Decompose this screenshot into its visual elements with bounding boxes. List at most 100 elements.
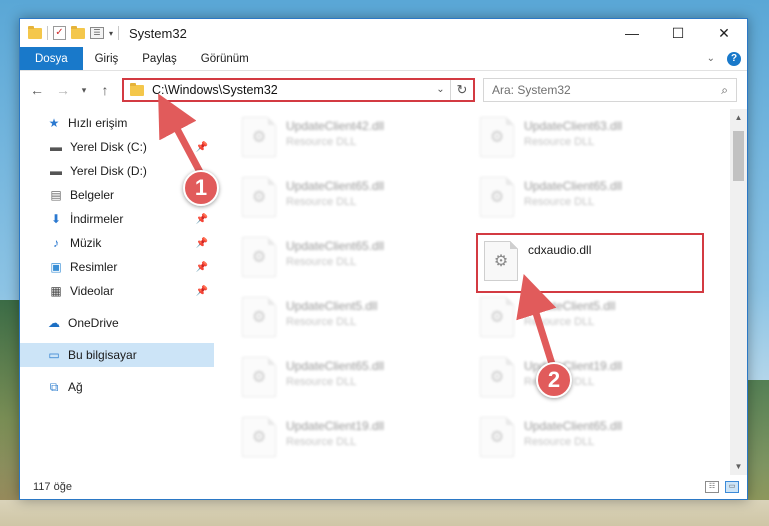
dll-file-icon: ⚙	[242, 177, 276, 217]
file-name: UpdateClient65.dll	[524, 179, 623, 193]
forward-button[interactable]: →	[52, 79, 74, 101]
back-button[interactable]: ←	[26, 79, 48, 101]
window-title: System32	[129, 25, 187, 41]
file-list: ⚙ UpdateClient42.dll Resource DLL ⚙ Updat…	[214, 109, 747, 475]
nav-item-videos[interactable]: ▦ Videolar 📌	[20, 279, 214, 303]
nav-label: İndirmeler	[70, 212, 124, 226]
scroll-up-icon[interactable]: ▲	[730, 109, 747, 126]
file-item[interactable]: ⚙ UpdateClient65.dll Resource DLL	[474, 173, 699, 225]
dll-file-icon: ⚙	[480, 297, 514, 337]
dll-file-icon: ⚙	[242, 117, 276, 157]
minimize-button[interactable]: —	[609, 19, 655, 47]
nav-quick-access[interactable]: ★ Hızlı erişim	[20, 111, 214, 135]
pin-icon[interactable]: 📌	[196, 142, 208, 153]
address-bar[interactable]: C:\Windows\System32 ⌄ ↻	[122, 78, 475, 102]
music-icon: ♪	[53, 236, 59, 250]
recent-locations-icon[interactable]: ▾	[78, 79, 90, 101]
properties-check-icon[interactable]: ✓	[53, 26, 66, 40]
nav-label: OneDrive	[68, 316, 119, 330]
nav-item-downloads[interactable]: ⬇ İndirmeler 📌	[20, 207, 214, 231]
tab-share[interactable]: Paylaş	[130, 47, 189, 70]
star-icon: ★	[48, 116, 60, 130]
nav-label: Belgeler	[70, 188, 115, 202]
file-item[interactable]: ⚙ UpdateClient19.dllResource DLL	[236, 413, 461, 465]
pin-icon[interactable]: 📌	[196, 214, 208, 225]
file-item[interactable]: ⚙ UpdateClient65.dll Resource DLL	[236, 233, 461, 285]
window-controls: — ☐ ✕	[609, 19, 747, 47]
tab-view[interactable]: Görünüm	[189, 47, 261, 70]
file-type: Resource DLL	[286, 316, 357, 328]
file-item[interactable]: ⚙ UpdateClient65.dll Resource DLL	[236, 173, 461, 225]
nav-label: Ağ	[68, 380, 83, 394]
videos-icon: ▦	[50, 284, 62, 298]
refresh-icon[interactable]: ↻	[451, 82, 473, 98]
nav-label: Resimler	[70, 260, 118, 274]
pin-icon[interactable]: 📌	[196, 238, 208, 249]
nav-onedrive[interactable]: ☁ OneDrive	[20, 311, 214, 335]
file-type: Resource DLL	[524, 136, 595, 148]
scroll-down-icon[interactable]: ▼	[730, 458, 747, 475]
expand-ribbon-icon[interactable]: ⌄	[707, 53, 715, 64]
nav-label: Müzik	[70, 236, 102, 250]
dll-file-icon: ⚙	[242, 357, 276, 397]
address-dropdown-icon[interactable]: ⌄	[431, 80, 451, 100]
title-bar: ✓ ☰ ▾ System32 — ☐ ✕	[20, 19, 747, 47]
address-path: C:\Windows\System32	[152, 83, 278, 97]
file-type: Resource DLL	[286, 256, 357, 268]
tab-file[interactable]: Dosya	[20, 47, 83, 70]
vertical-scrollbar[interactable]: ▲ ▼	[730, 109, 747, 475]
scroll-thumb[interactable]	[733, 131, 744, 181]
large-icons-view-icon[interactable]: ▭	[725, 481, 739, 493]
file-name: UpdateClient5.dll	[524, 299, 616, 313]
dll-file-icon: ⚙	[242, 417, 276, 457]
file-item[interactable]: ⚙ UpdateClient5.dll Resource DLL	[474, 293, 699, 345]
dll-file-icon: ⚙	[242, 297, 276, 337]
file-item[interactable]: ⚙ UpdateClient42.dll Resource DLL	[236, 113, 461, 165]
folder-icon	[28, 25, 42, 39]
documents-icon: ▤	[50, 188, 62, 202]
nav-item-pictures[interactable]: ▣ Resimler 📌	[20, 255, 214, 279]
customize-toolbar-icon[interactable]: ☰	[90, 27, 104, 39]
address-row: ← → ▾ ↑ C:\Windows\System32 ⌄ ↻ Ara: Sys…	[20, 71, 747, 109]
item-count: 117 öğe	[33, 481, 72, 493]
nav-network[interactable]: ⧉ Ağ	[20, 375, 214, 399]
details-view-icon[interactable]: ☷	[705, 481, 719, 493]
highlight-box-file	[476, 233, 704, 293]
pin-icon[interactable]: 📌	[196, 262, 208, 273]
nav-label: Yerel Disk (D:)	[70, 164, 147, 178]
pin-icon[interactable]: 📌	[196, 286, 208, 297]
step-2-badge: 2	[536, 362, 572, 398]
file-item[interactable]: ⚙ UpdateClient5.dll Resource DLL	[236, 293, 461, 345]
pictures-icon: ▣	[50, 260, 62, 274]
view-toggle: ☷ ▭	[705, 481, 747, 493]
file-item[interactable]: ⚙ UpdateClient63.dll Resource DLL	[474, 113, 699, 165]
dll-file-icon: ⚙	[480, 177, 514, 217]
up-button[interactable]: ↑	[94, 79, 116, 101]
maximize-button[interactable]: ☐	[655, 19, 701, 47]
nav-this-pc[interactable]: ▭ Bu bilgisayar	[20, 343, 214, 367]
file-name: UpdateClient19.dll	[286, 419, 385, 433]
file-type: Resource DLL	[286, 376, 357, 388]
nav-item-music[interactable]: ♪ Müzik 📌	[20, 231, 214, 255]
nav-label: Hızlı erişim	[68, 116, 128, 130]
file-type: Resource DLL	[524, 196, 595, 208]
nav-label: Bu bilgisayar	[68, 348, 137, 362]
help-icon[interactable]: ?	[727, 51, 741, 66]
file-item[interactable]: ⚙ UpdateClient65.dll Resource DLL	[474, 413, 699, 465]
tab-home[interactable]: Giriş	[83, 47, 131, 70]
new-folder-icon[interactable]	[71, 25, 85, 39]
dll-file-icon: ⚙	[480, 357, 514, 397]
computer-icon: ▭	[48, 348, 60, 362]
file-item[interactable]: ⚙ UpdateClient65.dll Resource DLL	[236, 353, 461, 405]
search-input[interactable]: Ara: System32 ⌕	[483, 78, 737, 102]
nav-item-local-disk-c[interactable]: ▬ Yerel Disk (C:) 📌	[20, 135, 214, 159]
file-name: UpdateClient63.dll	[524, 119, 623, 133]
drive-icon: ▬	[50, 140, 62, 154]
dll-file-icon: ⚙	[480, 117, 514, 157]
file-type: Resource DLL	[286, 136, 357, 148]
qat-dropdown-icon[interactable]: ▾	[109, 29, 113, 38]
file-name: UpdateClient65.dll	[524, 419, 623, 433]
divider	[118, 26, 120, 40]
file-item[interactable]: ⚙ UpdateClient19.dllResource DLL	[474, 353, 699, 405]
close-button[interactable]: ✕	[701, 19, 747, 47]
